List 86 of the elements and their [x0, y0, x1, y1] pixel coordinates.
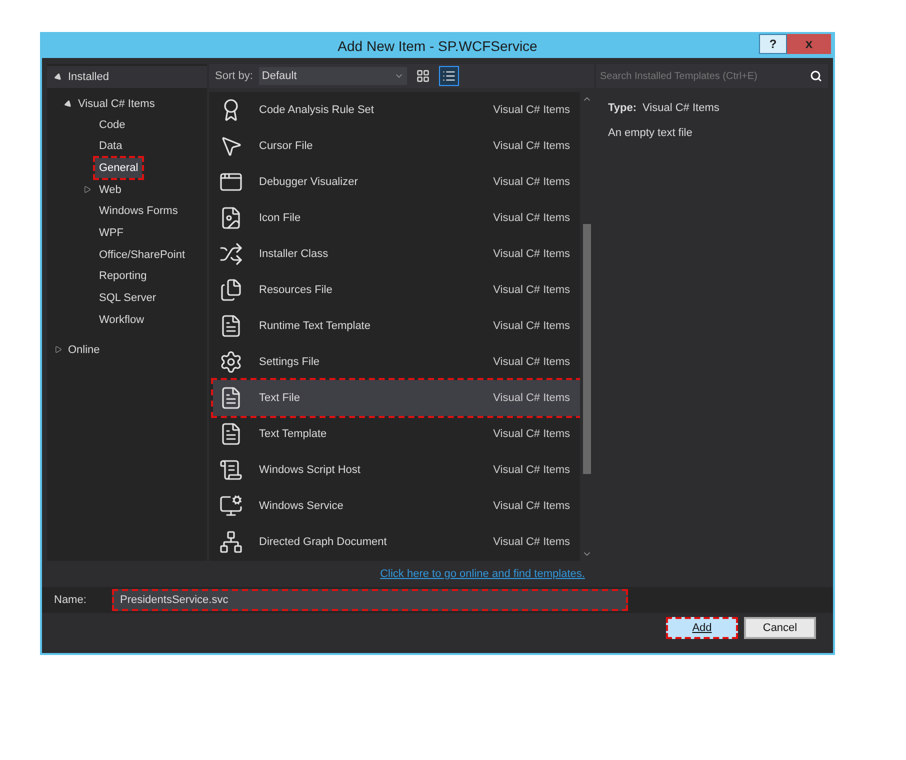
template-name: Runtime Text Template [259, 318, 372, 334]
tree-item[interactable]: Online [68, 342, 100, 358]
tree-item[interactable]: Reporting [95, 266, 151, 287]
template-row[interactable]: Resources File Visual C# Items [213, 272, 580, 308]
type-label: Type: [608, 101, 637, 116]
gear-icon [219, 350, 243, 374]
sort-dropdown[interactable]: Default [258, 67, 407, 85]
template-row[interactable]: Runtime Text Template Visual C# Items [213, 308, 580, 344]
window-title: Add New Item - SP.WCFService [338, 36, 538, 56]
cursor-icon [219, 134, 243, 158]
template-name: Windows Script Host [259, 462, 362, 478]
tree-item[interactable]: Code [95, 114, 130, 136]
template-name: Icon File [259, 210, 302, 226]
template-category: Visual C# Items [493, 246, 570, 262]
tree-item[interactable]: Windows Forms [95, 201, 182, 222]
tree-item[interactable]: Web [95, 180, 126, 200]
template-row[interactable]: Installer Class Visual C# Items [213, 236, 580, 272]
template-row[interactable]: Windows Script Host Visual C# Items [213, 452, 580, 488]
arrows-icon [219, 242, 243, 266]
tree-item[interactable]: Office/SharePoint [95, 244, 190, 266]
help-button[interactable]: ? [759, 34, 787, 54]
sort-label: Sort by: [215, 68, 253, 84]
template-category: Visual C# Items [493, 282, 570, 298]
template-name: Directed Graph Document [259, 534, 388, 550]
text-file-icon [219, 314, 243, 338]
template-name: Windows Service [259, 498, 344, 514]
tree-item[interactable]: SQL Server [95, 288, 160, 309]
scroll-icon [219, 458, 243, 482]
expanded-icon[interactable] [54, 72, 64, 82]
tree-item[interactable]: Workflow [95, 310, 148, 330]
image-file-icon [219, 206, 243, 230]
template-row[interactable]: Debugger Visualizer Visual C# Items [213, 164, 580, 200]
cancel-button[interactable]: Cancel [744, 617, 816, 639]
name-label: Name: [54, 592, 88, 608]
tree-item[interactable]: Installed [68, 68, 109, 86]
collapsed-icon[interactable] [55, 346, 62, 354]
tree-item[interactable]: Visual C# Items [78, 96, 155, 112]
template-category: Visual C# Items [493, 318, 570, 334]
template-name: Debugger Visualizer [259, 174, 359, 190]
template-row[interactable]: Code Analysis Rule Set Visual C# Items [213, 92, 580, 128]
template-row[interactable]: Icon File Visual C# Items [213, 200, 580, 236]
template-name: Resources File [259, 282, 334, 298]
search-icon[interactable] [810, 70, 822, 82]
tree-item[interactable]: General [95, 158, 142, 178]
tree-item[interactable]: Data [95, 136, 126, 157]
list-icon [442, 69, 456, 83]
text-file-icon [219, 386, 243, 410]
template-category: Visual C# Items [493, 174, 570, 190]
description-text: An empty text file [608, 126, 694, 140]
template-row[interactable]: Windows Service Visual C# Items [213, 488, 580, 524]
template-category: Visual C# Items [493, 354, 570, 370]
template-category: Visual C# Items [493, 390, 570, 406]
hierarchy-icon [219, 530, 243, 554]
expanded-icon[interactable] [64, 99, 74, 109]
online-templates-link[interactable]: Click here to go online and find templates. [380, 566, 585, 582]
template-row[interactable]: Cursor File Visual C# Items [213, 128, 580, 164]
close-button[interactable]: x [787, 34, 831, 54]
template-name: Installer Class [259, 246, 330, 262]
search-field[interactable]: Search Installed Templates (Ctrl+E) [596, 64, 828, 88]
list-view-button[interactable] [438, 66, 459, 86]
template-name: Text File [259, 390, 301, 406]
template-name: Text Template [259, 426, 328, 442]
template-category: Visual C# Items [493, 102, 570, 118]
monitor-icon [219, 494, 243, 518]
template-category: Visual C# Items [493, 210, 570, 226]
template-category: Visual C# Items [493, 462, 570, 478]
template-row[interactable]: Text File Visual C# Items [213, 380, 580, 416]
name-field[interactable]: PresidentsService.svc [112, 589, 628, 611]
template-name: Settings File [259, 354, 321, 370]
template-row[interactable]: Directed Graph Document Visual C# Items [213, 524, 580, 560]
type-value: Visual C# Items [642, 101, 720, 116]
collapsed-icon[interactable] [84, 186, 90, 194]
template-row[interactable]: Settings File Visual C# Items [213, 344, 580, 380]
template-name: Code Analysis Rule Set [259, 102, 375, 118]
files-icon [219, 278, 243, 302]
text-file-icon [219, 422, 243, 446]
tree-item[interactable]: WPF [95, 223, 128, 244]
template-row[interactable]: Text Template Visual C# Items [213, 416, 580, 452]
window-icon [219, 170, 243, 194]
grid-icon [416, 69, 430, 83]
template-category: Visual C# Items [493, 498, 570, 514]
template-name: Cursor File [259, 138, 314, 154]
template-category: Visual C# Items [493, 426, 570, 442]
template-category: Visual C# Items [493, 534, 570, 550]
template-category: Visual C# Items [493, 138, 570, 154]
add-button[interactable]: Add [666, 617, 738, 639]
